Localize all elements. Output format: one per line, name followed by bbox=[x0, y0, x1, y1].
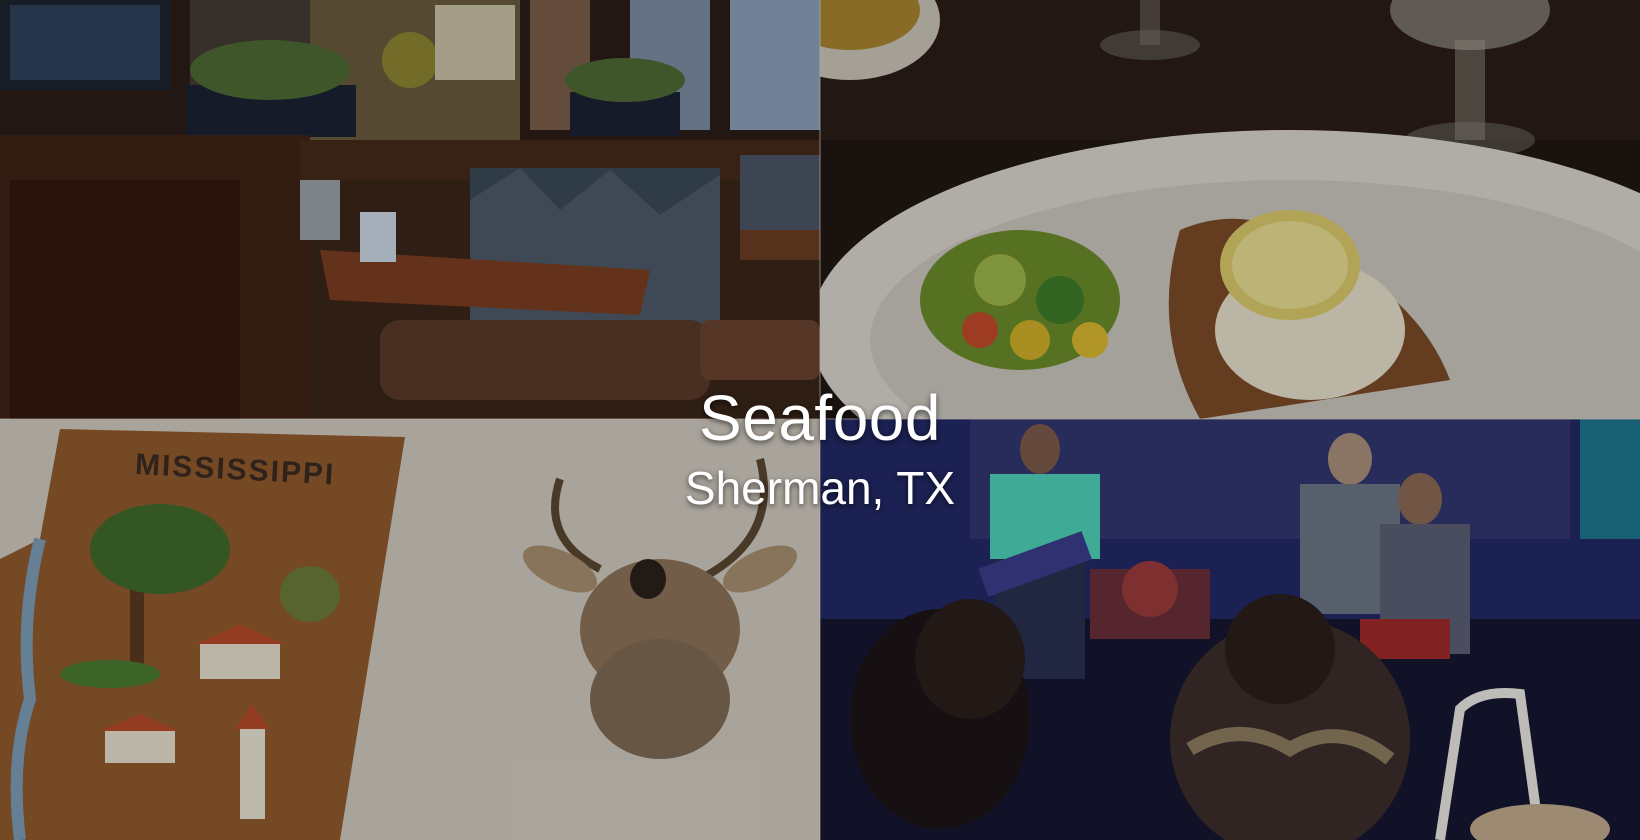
seafood-plate-photo bbox=[820, 0, 1640, 419]
hero-subtitle: Sherman, TX bbox=[684, 462, 956, 514]
hero-caption: Seafood Sherman, TX bbox=[0, 378, 1640, 516]
restaurant-booth-photo bbox=[0, 0, 820, 419]
hero-title: Seafood bbox=[699, 382, 941, 454]
